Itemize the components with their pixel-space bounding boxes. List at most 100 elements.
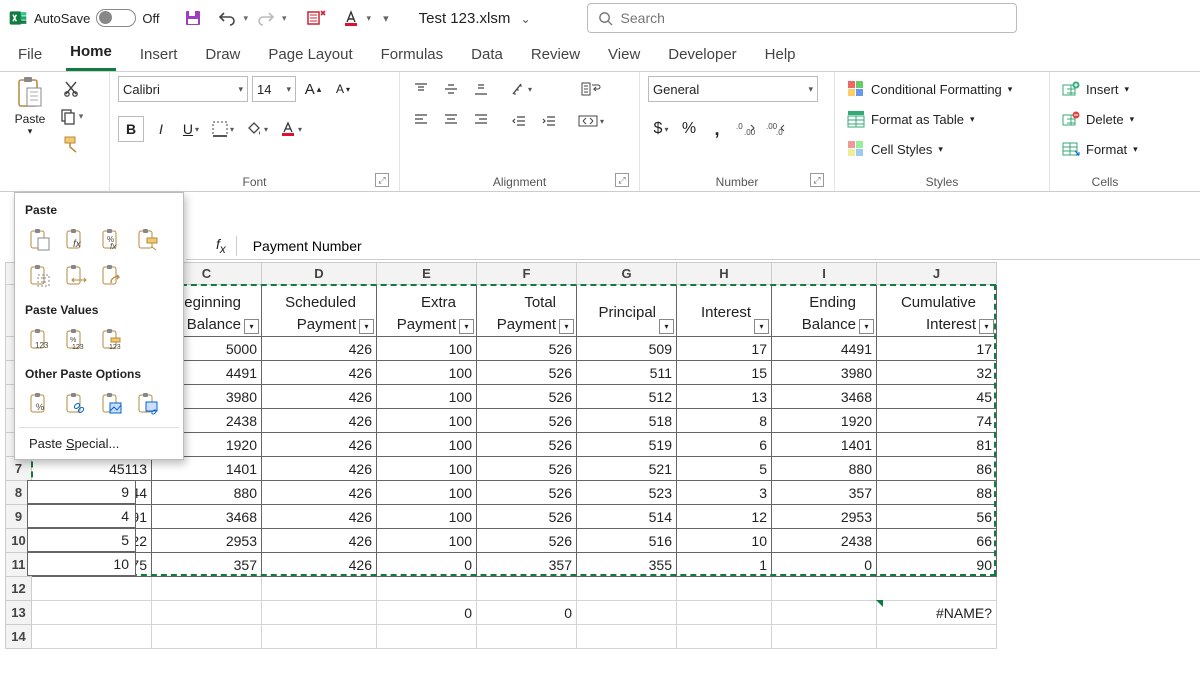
cell[interactable]: 100 — [377, 529, 477, 553]
col-header-J[interactable]: J — [877, 263, 997, 285]
cell[interactable]: 526 — [477, 409, 577, 433]
cell[interactable]: 3980 — [772, 361, 877, 385]
cell[interactable]: 100 — [377, 409, 477, 433]
cell[interactable]: 426 — [262, 529, 377, 553]
cell[interactable]: 1 — [677, 553, 772, 577]
cell[interactable]: 3468 — [152, 505, 262, 529]
autosave-toggle[interactable] — [96, 9, 136, 27]
cell[interactable] — [877, 625, 997, 649]
cell[interactable]: 90 — [877, 553, 997, 577]
undo-dropdown-icon[interactable]: ▾ — [243, 13, 248, 24]
table-header[interactable]: ScheduledPayment▾ — [262, 285, 377, 337]
cell[interactable]: 512 — [577, 385, 677, 409]
tab-home[interactable]: Home — [66, 37, 116, 71]
cell[interactable]: 100 — [377, 433, 477, 457]
cell[interactable]: #NAME? — [877, 601, 997, 625]
cell[interactable]: 3 — [677, 481, 772, 505]
redo-button[interactable] — [250, 4, 282, 32]
cell[interactable]: 6 — [677, 433, 772, 457]
cell[interactable]: 426 — [262, 433, 377, 457]
paste-keep-col-widths-option[interactable] — [61, 261, 91, 291]
paste-formulas-numfmt-option[interactable]: %fx — [97, 225, 127, 255]
cell[interactable]: 526 — [477, 337, 577, 361]
filter-icon[interactable]: ▾ — [979, 319, 994, 334]
cell[interactable]: 511 — [577, 361, 677, 385]
cell[interactable]: 426 — [262, 505, 377, 529]
tab-data[interactable]: Data — [467, 40, 507, 71]
row-header-13[interactable]: 13 — [6, 601, 32, 625]
cell[interactable] — [32, 601, 152, 625]
cell[interactable] — [152, 625, 262, 649]
cell[interactable]: 2953 — [772, 505, 877, 529]
cell[interactable]: 0 — [377, 601, 477, 625]
align-left-button[interactable] — [408, 106, 434, 132]
cell[interactable]: 17 — [677, 337, 772, 361]
cell[interactable] — [152, 577, 262, 601]
paste-linked-picture-option[interactable] — [133, 389, 163, 419]
cell[interactable] — [677, 601, 772, 625]
tab-insert[interactable]: Insert — [136, 40, 182, 71]
paste-values-numfmt-option[interactable]: %123 — [61, 325, 91, 355]
paste-values-sourcefmt-option[interactable]: 123 — [97, 325, 127, 355]
font-color-qat-dropdown-icon[interactable]: ▾ — [367, 13, 372, 24]
cell[interactable]: 45113 — [32, 457, 152, 481]
cell-styles-button[interactable]: Cell Styles▾ — [843, 136, 1016, 162]
cell[interactable]: 86 — [877, 457, 997, 481]
row-header-12[interactable]: 12 — [6, 577, 32, 601]
font-name-combo[interactable]: Calibri▾ — [118, 76, 248, 102]
wrap-text-button[interactable] — [574, 76, 608, 102]
filter-icon[interactable]: ▾ — [459, 319, 474, 334]
cell[interactable]: 4 — [27, 504, 136, 528]
col-header-I[interactable]: I — [772, 263, 877, 285]
cell[interactable]: 4491 — [772, 337, 877, 361]
cell[interactable]: 526 — [477, 385, 577, 409]
row-header-14[interactable]: 14 — [6, 625, 32, 649]
align-center-button[interactable] — [438, 106, 464, 132]
paste-button[interactable]: Paste ▾ — [8, 76, 52, 137]
format-cells-button[interactable]: Format▾ — [1058, 136, 1142, 162]
cell[interactable]: 426 — [262, 553, 377, 577]
alignment-launcher[interactable]: ⤢ — [615, 173, 629, 187]
cell[interactable] — [477, 625, 577, 649]
table-header[interactable]: EndingBalance▾ — [772, 285, 877, 337]
tab-review[interactable]: Review — [527, 40, 584, 71]
cell[interactable]: 357 — [772, 481, 877, 505]
cell[interactable] — [577, 577, 677, 601]
cell[interactable]: 519 — [577, 433, 677, 457]
filter-icon[interactable]: ▾ — [659, 319, 674, 334]
formula-input[interactable] — [249, 238, 1200, 254]
qat-customize-icon[interactable]: ▾ — [383, 12, 389, 25]
cell[interactable] — [772, 625, 877, 649]
filename-dropdown-icon[interactable]: ⌄ — [520, 12, 530, 26]
filename[interactable]: Test 123.xlsm — [419, 10, 511, 27]
undo-button[interactable] — [211, 4, 243, 32]
col-header-H[interactable]: H — [677, 263, 772, 285]
cell[interactable]: 426 — [262, 337, 377, 361]
cell[interactable] — [32, 625, 152, 649]
cell[interactable]: 1401 — [772, 433, 877, 457]
cell[interactable] — [577, 625, 677, 649]
insert-cells-button[interactable]: Insert▾ — [1058, 76, 1142, 102]
tab-draw[interactable]: Draw — [201, 40, 244, 71]
paste-dropdown-icon[interactable]: ▾ — [28, 126, 33, 137]
cell[interactable]: 426 — [262, 385, 377, 409]
cell[interactable] — [262, 601, 377, 625]
cell[interactable]: 5 — [677, 457, 772, 481]
percent-button[interactable]: % — [676, 116, 702, 142]
cut-button[interactable] — [58, 76, 84, 100]
row-header-7[interactable]: 7 — [6, 457, 32, 481]
increase-font-button[interactable]: A▴ — [300, 76, 326, 102]
font-size-combo[interactable]: 14▾ — [252, 76, 296, 102]
cell[interactable]: 426 — [262, 457, 377, 481]
paste-transpose-option[interactable] — [97, 261, 127, 291]
search-box[interactable] — [587, 3, 1017, 33]
cell[interactable]: 1401 — [152, 457, 262, 481]
number-launcher[interactable]: ⤢ — [810, 173, 824, 187]
decrease-decimal-button[interactable]: .00.0 — [762, 116, 790, 142]
format-painter-button[interactable] — [58, 132, 84, 156]
cell[interactable]: 2953 — [152, 529, 262, 553]
cell[interactable]: 357 — [152, 553, 262, 577]
cell[interactable]: 526 — [477, 457, 577, 481]
cell[interactable]: 8 — [677, 409, 772, 433]
cell[interactable]: 516 — [577, 529, 677, 553]
